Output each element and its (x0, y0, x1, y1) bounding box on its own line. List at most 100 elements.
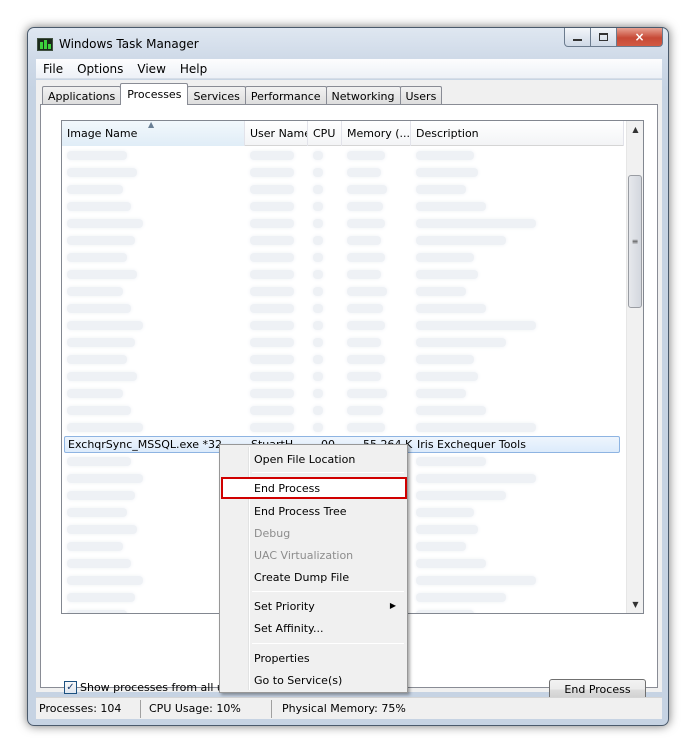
obscured-cell (416, 593, 506, 602)
obscured-cell (250, 202, 294, 211)
obscured-cell (313, 389, 323, 398)
table-row[interactable] (62, 334, 624, 351)
minimize-button[interactable] (564, 28, 591, 47)
status-bar: Processes: 104 CPU Usage: 10% Physical M… (36, 697, 662, 719)
menu-create-dump-file[interactable]: Create Dump File (223, 566, 404, 588)
menu-view[interactable]: View (130, 62, 172, 76)
obscured-cell (416, 576, 536, 585)
menu-properties[interactable]: Properties (223, 647, 404, 669)
obscured-cell (416, 389, 466, 398)
menu-item-label: Properties (254, 651, 310, 665)
tab-users[interactable]: Users (399, 86, 443, 105)
cell-image-name: ExchqrSync_MSSQL.exe *32 (68, 438, 223, 451)
column-image-name[interactable]: ▲ Image Name (62, 121, 245, 146)
tab-processes[interactable]: Processes (120, 83, 189, 105)
column-label: User Name (250, 127, 308, 140)
table-row[interactable] (62, 283, 624, 300)
obscured-cell (313, 372, 323, 381)
menu-separator (252, 643, 404, 644)
menu-end-process-tree[interactable]: End Process Tree (223, 500, 404, 522)
obscured-cell (347, 355, 385, 364)
menu-help[interactable]: Help (173, 62, 214, 76)
column-label: Description (416, 127, 479, 140)
table-row[interactable] (62, 164, 624, 181)
menu-go-to-services[interactable]: Go to Service(s) (223, 669, 404, 691)
column-user-name[interactable]: User Name (245, 121, 308, 146)
obscured-cell (347, 202, 383, 211)
table-row[interactable] (62, 419, 624, 436)
table-row[interactable] (62, 368, 624, 385)
title-bar[interactable]: Windows Task Manager × (28, 28, 668, 58)
column-memory[interactable]: Memory (... (342, 121, 411, 146)
menu-end-process[interactable]: End Process (221, 477, 407, 499)
obscured-cell (416, 525, 478, 534)
obscured-cell (67, 219, 143, 228)
menu-item-label: Set Priority (254, 599, 315, 613)
column-label: Memory (... (347, 127, 411, 140)
scroll-down-button[interactable]: ▼ (627, 596, 643, 613)
cell-description: Iris Exchequer Tools (417, 438, 526, 451)
obscured-cell (313, 253, 323, 262)
menu-set-affinity[interactable]: Set Affinity... (223, 617, 404, 639)
obscured-cell (250, 355, 294, 364)
menu-separator (252, 472, 404, 473)
table-row[interactable] (62, 266, 624, 283)
obscured-cell (416, 559, 486, 568)
table-row[interactable] (62, 385, 624, 402)
obscured-cell (347, 151, 385, 160)
obscured-cell (67, 508, 127, 517)
window-title: Windows Task Manager (59, 37, 199, 51)
obscured-cell (67, 270, 137, 279)
menu-set-priority[interactable]: Set Priority ▶ (223, 595, 404, 617)
obscured-cell (250, 185, 294, 194)
scroll-thumb[interactable]: ≡ (628, 175, 642, 308)
scroll-up-button[interactable]: ▲ (627, 121, 643, 138)
obscured-cell (416, 168, 478, 177)
obscured-cell (67, 593, 135, 602)
show-all-users-checkbox[interactable]: ✓ (64, 681, 77, 694)
table-row[interactable] (62, 181, 624, 198)
obscured-cell (250, 151, 294, 160)
column-cpu[interactable]: CPU (308, 121, 342, 146)
obscured-cell (250, 168, 294, 177)
table-row[interactable] (62, 147, 624, 164)
close-button[interactable]: × (617, 28, 663, 47)
tab-performance[interactable]: Performance (244, 86, 327, 105)
table-row[interactable] (62, 317, 624, 334)
table-row[interactable] (62, 215, 624, 232)
column-description[interactable]: Description (411, 121, 624, 146)
menu-debug[interactable]: Debug (223, 522, 404, 544)
obscured-cell (347, 253, 385, 262)
obscured-cell (313, 355, 323, 364)
menu-file[interactable]: File (36, 62, 70, 76)
obscured-cell (347, 304, 383, 313)
table-row[interactable] (62, 351, 624, 368)
tab-networking[interactable]: Networking (325, 86, 401, 105)
obscured-cell (416, 321, 536, 330)
obscured-cell (313, 219, 323, 228)
table-row[interactable] (62, 198, 624, 215)
obscured-cell (416, 151, 474, 160)
obscured-cell (67, 559, 131, 568)
menu-open-file-location[interactable]: Open File Location (223, 448, 404, 470)
menu-uac-virtualization[interactable]: UAC Virtualization (223, 544, 404, 566)
maximize-button[interactable] (591, 28, 617, 47)
table-row[interactable] (62, 402, 624, 419)
obscured-cell (416, 185, 466, 194)
menu-options[interactable]: Options (70, 62, 130, 76)
vertical-scrollbar[interactable]: ▲ ≡ ▼ (626, 121, 643, 613)
tab-services[interactable]: Services (187, 86, 246, 105)
obscured-cell (416, 508, 474, 517)
obscured-cell (313, 287, 323, 296)
table-row[interactable] (62, 300, 624, 317)
obscured-cell (416, 457, 486, 466)
obscured-cell (313, 406, 323, 415)
obscured-cell (416, 474, 536, 483)
obscured-cell (250, 236, 294, 245)
tab-applications[interactable]: Applications (42, 86, 122, 105)
obscured-cell (67, 457, 131, 466)
obscured-cell (347, 168, 381, 177)
table-row[interactable] (62, 249, 624, 266)
obscured-cell (416, 253, 474, 262)
table-row[interactable] (62, 232, 624, 249)
